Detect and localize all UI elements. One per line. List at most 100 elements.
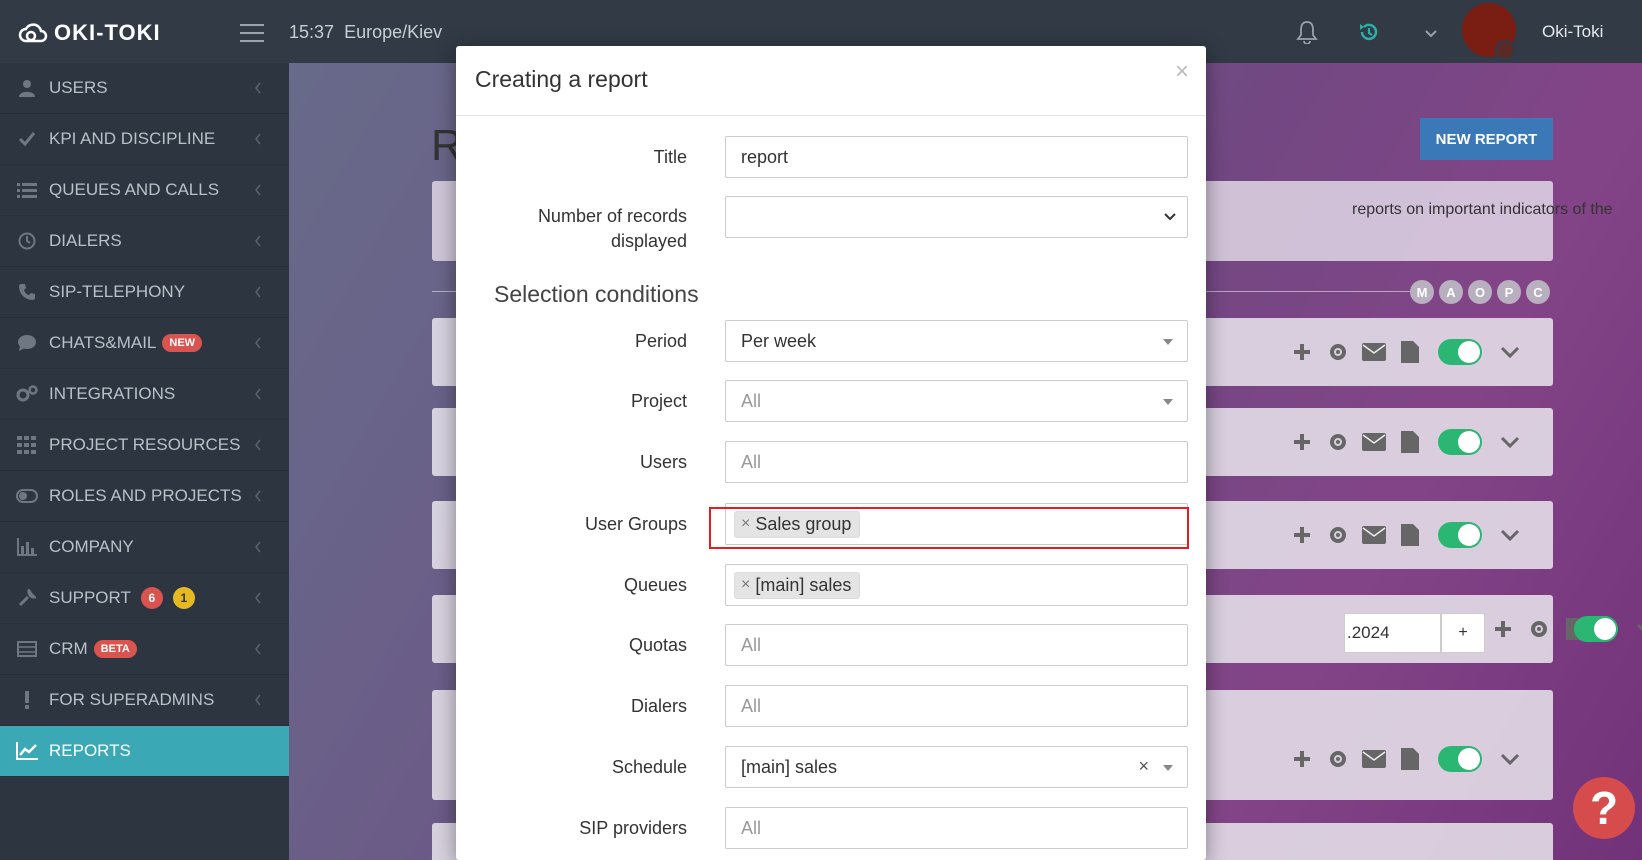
caret-down-icon	[1163, 765, 1173, 771]
sidebar-item-dialers[interactable]: DIALERS	[0, 216, 289, 267]
gear-icon[interactable]	[1521, 615, 1557, 643]
chevron-down-icon[interactable]	[1492, 745, 1528, 773]
chevron-down-icon[interactable]	[1628, 615, 1642, 643]
envelope-icon[interactable]	[1356, 745, 1392, 773]
history-icon[interactable]	[1357, 20, 1383, 46]
username[interactable]: Oki-Toki	[1542, 22, 1603, 42]
period-label: Period	[634, 331, 687, 351]
chevron-down-icon[interactable]	[1492, 338, 1528, 366]
chevron-left-icon	[255, 337, 261, 349]
dialers-placeholder: All	[741, 695, 762, 716]
period-select[interactable]: Per week	[725, 320, 1188, 362]
filter-letter[interactable]: A	[1439, 280, 1463, 304]
gear-icon[interactable]	[1320, 745, 1356, 773]
records-select[interactable]	[725, 196, 1188, 238]
remove-tag-icon[interactable]: ×	[741, 576, 750, 594]
sidebar-item-chats-mail[interactable]: CHATS&MAIL NEW	[0, 318, 289, 369]
sidebar-item-label: SIP-TELEPHONY	[49, 282, 186, 301]
toggle-switch[interactable]	[1438, 746, 1482, 772]
new-report-button[interactable]: NEW REPORT	[1420, 118, 1553, 160]
filter-letters: MAOPC	[1410, 280, 1555, 304]
create-report-modal: Creating a report × Title report Number …	[456, 46, 1206, 860]
file-icon[interactable]	[1392, 428, 1428, 456]
sidebar-item-roles-and-projects[interactable]: ROLES AND PROJECTS	[0, 471, 289, 522]
chevron-left-icon	[255, 388, 261, 400]
sip-providers-multiselect[interactable]: All	[725, 807, 1188, 849]
filter-letter[interactable]: P	[1497, 280, 1521, 304]
help-button[interactable]: ?	[1573, 777, 1635, 839]
file-icon[interactable]	[1392, 745, 1428, 773]
dialers-multiselect[interactable]: All	[725, 685, 1188, 727]
check-icon	[0, 130, 49, 148]
chevron-down-icon[interactable]	[1424, 26, 1450, 52]
file-icon[interactable]	[1392, 521, 1428, 549]
add-date-button[interactable]: +	[1441, 613, 1485, 653]
title-input[interactable]: report	[725, 136, 1188, 178]
chevron-left-icon	[255, 490, 261, 502]
user-groups-label: User Groups	[584, 514, 687, 534]
toggle-switch[interactable]	[1438, 429, 1482, 455]
row-actions	[1284, 521, 1528, 549]
sidebar: USERS KPI AND DISCIPLINE QUEUES AND CALLS D…	[0, 63, 289, 860]
title-label: Title	[653, 147, 687, 167]
gear-icon[interactable]	[1320, 521, 1356, 549]
sidebar-item-kpi-and-discipline[interactable]: KPI AND DISCIPLINE	[0, 114, 289, 165]
plus-icon[interactable]	[1284, 428, 1320, 456]
sidebar-item-users[interactable]: USERS	[0, 63, 289, 114]
clock: 15:37 Europe/Kiev	[289, 22, 442, 43]
file-icon[interactable]	[1392, 338, 1428, 366]
sidebar-item-label: CRM	[49, 639, 88, 658]
plus-icon[interactable]	[1284, 521, 1320, 549]
filter-letter[interactable]: O	[1468, 280, 1492, 304]
plus-icon[interactable]	[1485, 615, 1521, 643]
schedule-select[interactable]: [main] sales ×	[725, 746, 1188, 788]
sidebar-item-label: USERS	[49, 78, 108, 97]
timezone: Europe/Kiev	[344, 22, 443, 42]
gears-icon	[0, 385, 49, 403]
menu-toggle-icon[interactable]	[240, 24, 264, 42]
sidebar-item-reports[interactable]: REPORTS	[0, 726, 289, 777]
sip-providers-placeholder: All	[741, 817, 762, 838]
plus-icon[interactable]	[1284, 338, 1320, 366]
close-icon[interactable]: ×	[1175, 58, 1189, 86]
project-select[interactable]: All	[725, 380, 1188, 422]
badge-beta: BETA	[93, 640, 137, 658]
queues-multiselect[interactable]: × [main] sales	[725, 564, 1188, 606]
envelope-icon[interactable]	[1356, 428, 1392, 456]
sidebar-item-for-superadmins[interactable]: FOR SUPERADMINS	[0, 675, 289, 726]
quotas-label: Quotas	[628, 635, 687, 655]
sidebar-item-project-resources[interactable]: PROJECT RESOURCES	[0, 420, 289, 471]
envelope-icon[interactable]	[1356, 521, 1392, 549]
sidebar-item-sip-telephony[interactable]: SIP-TELEPHONY	[0, 267, 289, 318]
envelope-icon[interactable]	[1356, 338, 1392, 366]
chevron-down-icon[interactable]	[1492, 521, 1528, 549]
sidebar-item-company[interactable]: COMPANY	[0, 522, 289, 573]
filter-letter[interactable]: M	[1410, 280, 1434, 304]
plus-icon[interactable]	[1284, 745, 1320, 773]
bell-icon[interactable]	[1296, 20, 1322, 46]
chevron-down-icon[interactable]	[1492, 428, 1528, 456]
sidebar-item-label: COMPANY	[49, 537, 134, 556]
clear-icon[interactable]: ×	[1138, 756, 1149, 777]
toggle-switch[interactable]	[1438, 522, 1482, 548]
filter-letter[interactable]: C	[1526, 280, 1550, 304]
logo[interactable]: OKI-TOKI	[18, 18, 161, 48]
bar-chart-icon	[0, 538, 49, 556]
sidebar-item-crm[interactable]: CRM BETA	[0, 624, 289, 675]
sidebar-item-queues-and-calls[interactable]: QUEUES AND CALLS	[0, 165, 289, 216]
sidebar-item-support[interactable]: SUPPORT 6 1	[0, 573, 289, 624]
highlight-box	[709, 507, 1189, 549]
toggle-switch[interactable]	[1574, 616, 1618, 642]
date-input[interactable]: .2024	[1344, 613, 1441, 653]
gear-icon[interactable]	[1320, 338, 1356, 366]
chevron-left-icon	[255, 439, 261, 451]
users-multiselect[interactable]: All	[725, 441, 1188, 483]
sidebar-item-integrations[interactable]: INTEGRATIONS	[0, 369, 289, 420]
sidebar-item-label: FOR SUPERADMINS	[49, 690, 215, 709]
info-text: reports on important indicators of the	[1352, 201, 1613, 218]
gear-icon[interactable]	[1320, 428, 1356, 456]
chevron-left-icon	[255, 592, 261, 604]
sidebar-item-label: PROJECT RESOURCES	[49, 435, 241, 454]
quotas-multiselect[interactable]: All	[725, 624, 1188, 666]
toggle-switch[interactable]	[1438, 339, 1482, 365]
